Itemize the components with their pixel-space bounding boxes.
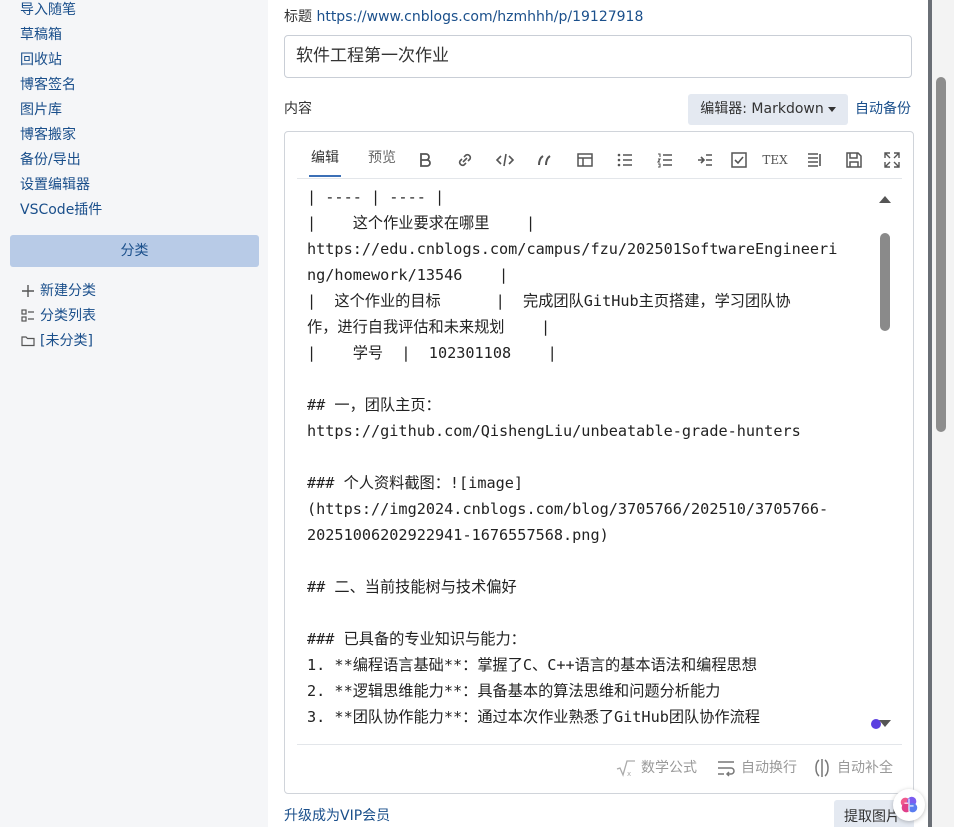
code-line: | 这个作业的目标 | 完成团队GitHub主页搭建，学习团队协 bbox=[307, 292, 791, 310]
page-root: 导入随笔 草稿箱 回收站 博客签名 图片库 博客搬家 备份/导出 设置编辑器 V… bbox=[0, 0, 954, 827]
sidebar-item-drafts[interactable]: 草稿箱 bbox=[20, 25, 62, 45]
category-header: 分类 bbox=[10, 235, 259, 267]
scroll-up-arrow[interactable] bbox=[879, 196, 891, 203]
caret-down-icon bbox=[827, 106, 836, 112]
sqrt-icon: x bbox=[616, 760, 635, 778]
tab-edit[interactable]: 编辑 bbox=[309, 147, 341, 177]
category-list-link[interactable]: 分类列表 bbox=[20, 306, 96, 326]
list-grid-icon bbox=[20, 308, 36, 324]
code-line: ng/homework/13546 | bbox=[307, 266, 509, 284]
save-icon[interactable] bbox=[842, 150, 866, 170]
auto-backup-link[interactable]: 自动备份 bbox=[855, 98, 911, 120]
link-icon[interactable] bbox=[453, 150, 477, 170]
editor-scrollbar-thumb[interactable] bbox=[880, 233, 890, 331]
sidebar-item-recycle-bin[interactable]: 回收站 bbox=[20, 50, 62, 70]
folder-icon bbox=[20, 333, 36, 349]
post-url-link[interactable]: https://www.cnblogs.com/hzmhhh/p/1912791… bbox=[316, 9, 643, 25]
ordered-list-icon[interactable] bbox=[653, 150, 677, 170]
sidebar-item-image-library[interactable]: 图片库 bbox=[20, 100, 62, 120]
wrap-icon bbox=[718, 761, 735, 777]
editor-type-select[interactable]: 编辑器: Markdown bbox=[688, 94, 848, 125]
markdown-editor: 编辑 预览 TEX | ---- | ---- | | 这个作业要求在哪里 | … bbox=[284, 131, 914, 794]
math-formula-toggle[interactable]: x 数学公式 bbox=[615, 757, 697, 779]
page-scrollbar-thumb[interactable] bbox=[936, 77, 946, 432]
sidebar-item-editor-settings[interactable]: 设置编辑器 bbox=[20, 175, 90, 195]
bold-icon[interactable] bbox=[413, 150, 437, 170]
code-line: ## 二、当前技能树与技术偏好 bbox=[307, 578, 517, 596]
quote-icon[interactable] bbox=[533, 150, 557, 170]
editor-type-label: 编辑器: Markdown bbox=[700, 101, 824, 117]
code-line: 20251006202922941-1676557568.png) bbox=[307, 526, 609, 544]
tex-icon[interactable]: TEX bbox=[760, 150, 790, 170]
title-label-row: 标题 https://www.cnblogs.com/hzmhhh/p/1912… bbox=[284, 6, 643, 28]
code-line: | 这个作业要求在哪里 | bbox=[307, 214, 536, 232]
tab-preview[interactable]: 预览 bbox=[366, 147, 398, 177]
sidebar-item-signature[interactable]: 博客签名 bbox=[20, 75, 76, 95]
table-icon[interactable] bbox=[573, 150, 597, 170]
code-line: 2. **逻辑思维能力**：具备基本的算法思维和问题分析能力 bbox=[307, 682, 721, 700]
plus-icon bbox=[20, 283, 36, 299]
upgrade-vip-link[interactable]: 升级成为VIP会员 bbox=[284, 805, 390, 827]
code-line: 1. **编程语言基础**：掌握了C、C++语言的基本语法和编程思想 bbox=[307, 656, 757, 674]
sidebar-item-import[interactable]: 导入随笔 bbox=[20, 0, 76, 20]
new-category-link[interactable]: 新建分类 bbox=[20, 281, 96, 301]
auto-wrap-toggle[interactable]: 自动换行 bbox=[715, 757, 797, 779]
category-list-label: 分类列表 bbox=[40, 308, 96, 324]
code-line: | ---- | ---- | bbox=[307, 188, 445, 206]
code-line: | 学号 | 102301108 | bbox=[307, 344, 557, 362]
svg-text:x: x bbox=[627, 770, 631, 778]
editor-toolbar: 编辑 预览 TEX bbox=[297, 140, 902, 179]
indent-icon[interactable] bbox=[693, 150, 717, 170]
bullet-list-icon[interactable] bbox=[613, 150, 637, 170]
ai-assistant-button[interactable] bbox=[893, 789, 925, 821]
checkbox-icon[interactable] bbox=[727, 150, 751, 170]
toc-icon[interactable] bbox=[803, 150, 827, 170]
sidebar-item-blog-move[interactable]: 博客搬家 bbox=[20, 125, 76, 145]
main-content: 标题 https://www.cnblogs.com/hzmhhh/p/1912… bbox=[268, 0, 928, 827]
sidebar-item-vscode-plugin[interactable]: VSCode插件 bbox=[20, 200, 102, 220]
code-line: 3. **团队协作能力**：通过本次作业熟悉了GitHub团队协作流程 bbox=[307, 708, 760, 726]
title-label: 标题 bbox=[284, 9, 312, 25]
fullscreen-icon[interactable] bbox=[880, 150, 904, 170]
code-line: 作，进行自我评估和未来规划 | bbox=[307, 318, 551, 336]
scroll-down-arrow[interactable] bbox=[879, 720, 891, 727]
sidebar-item-backup-export[interactable]: 备份/导出 bbox=[20, 150, 81, 170]
uncategorized-link[interactable]: [未分类] bbox=[20, 331, 93, 351]
code-line: (https://img2024.cnblogs.com/blog/370576… bbox=[307, 500, 829, 518]
math-formula-label: 数学公式 bbox=[641, 760, 697, 776]
auto-complete-toggle[interactable]: 自动补全 bbox=[811, 757, 893, 779]
code-line: ## 一，团队主页： bbox=[307, 396, 441, 414]
autocomplete-icon bbox=[815, 759, 829, 777]
uncategorized-label: [未分类] bbox=[40, 333, 93, 349]
page-divider bbox=[928, 0, 932, 827]
code-line: https://edu.cnblogs.com/campus/fzu/20250… bbox=[307, 240, 838, 258]
content-label: 内容 bbox=[284, 101, 312, 117]
code-line: ### 已具备的专业知识与能力： bbox=[307, 630, 526, 648]
auto-wrap-label: 自动换行 bbox=[741, 760, 797, 776]
code-line: https://github.com/QishengLiu/unbeatable… bbox=[307, 422, 801, 440]
title-input[interactable]: 软件工程第一次作业 bbox=[284, 35, 912, 78]
editor-footer-divider bbox=[297, 744, 902, 745]
code-icon[interactable] bbox=[493, 150, 517, 170]
markdown-textarea[interactable]: | ---- | ---- | | 这个作业要求在哪里 | https://edu.… bbox=[307, 184, 867, 742]
code-line: ### 个人资料截图：![image] bbox=[307, 474, 524, 492]
sidebar: 导入随笔 草稿箱 回收站 博客签名 图片库 博客搬家 备份/导出 设置编辑器 V… bbox=[0, 0, 268, 827]
new-category-label: 新建分类 bbox=[40, 283, 96, 299]
auto-complete-label: 自动补全 bbox=[837, 760, 893, 776]
brain-icon bbox=[900, 796, 918, 813]
